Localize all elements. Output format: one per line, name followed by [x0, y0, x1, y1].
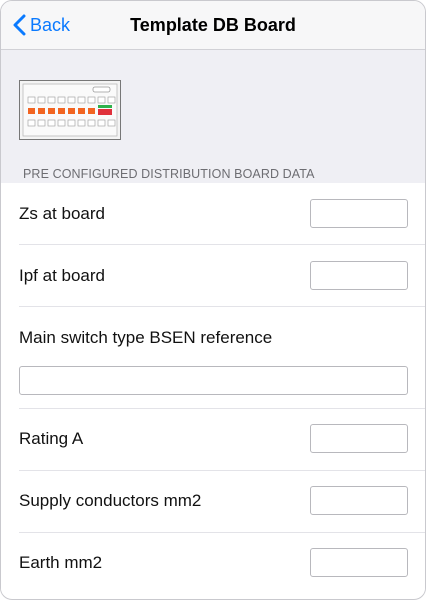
rating-a-input[interactable] [310, 424, 408, 453]
ipf-at-board-label: Ipf at board [19, 266, 106, 285]
ipf-at-board-row: Ipf at board [1, 245, 425, 307]
board-header: PRE CONFIGURED DISTRIBUTION BOARD DATA [1, 50, 425, 183]
supply-conductors-label: Supply conductors mm2 [19, 491, 202, 510]
main-switch-bsen-label: Main switch type BSEN reference [19, 328, 273, 347]
earth-mm2-label: Earth mm2 [19, 553, 103, 572]
rating-a-label: Rating A [19, 429, 84, 448]
zs-at-board-input[interactable] [310, 199, 408, 228]
supply-conductors-input[interactable] [310, 486, 408, 515]
main-switch-bsen-row: Main switch type BSEN reference [1, 307, 425, 409]
distribution-board-icon [19, 80, 121, 140]
ipf-at-board-input[interactable] [310, 261, 408, 290]
section-header: PRE CONFIGURED DISTRIBUTION BOARD DATA [23, 167, 315, 181]
back-button[interactable]: Back [13, 1, 70, 49]
zs-at-board-row: Zs at board [1, 183, 425, 245]
app-window: Back Template DB Board PRE CONFIGURED DI… [0, 0, 426, 600]
rating-a-row: Rating A [1, 409, 425, 471]
supply-conductors-row: Supply conductors mm2 [1, 471, 425, 533]
page-title: Template DB Board [130, 14, 296, 35]
main-switch-bsen-input[interactable] [19, 366, 408, 395]
earth-mm2-input[interactable] [310, 548, 408, 577]
navigation-bar: Back Template DB Board [1, 1, 425, 50]
zs-at-board-label: Zs at board [19, 204, 105, 223]
earth-mm2-row: Earth mm2 [1, 533, 425, 595]
chevron-left-icon [13, 14, 26, 36]
back-label: Back [30, 14, 71, 35]
